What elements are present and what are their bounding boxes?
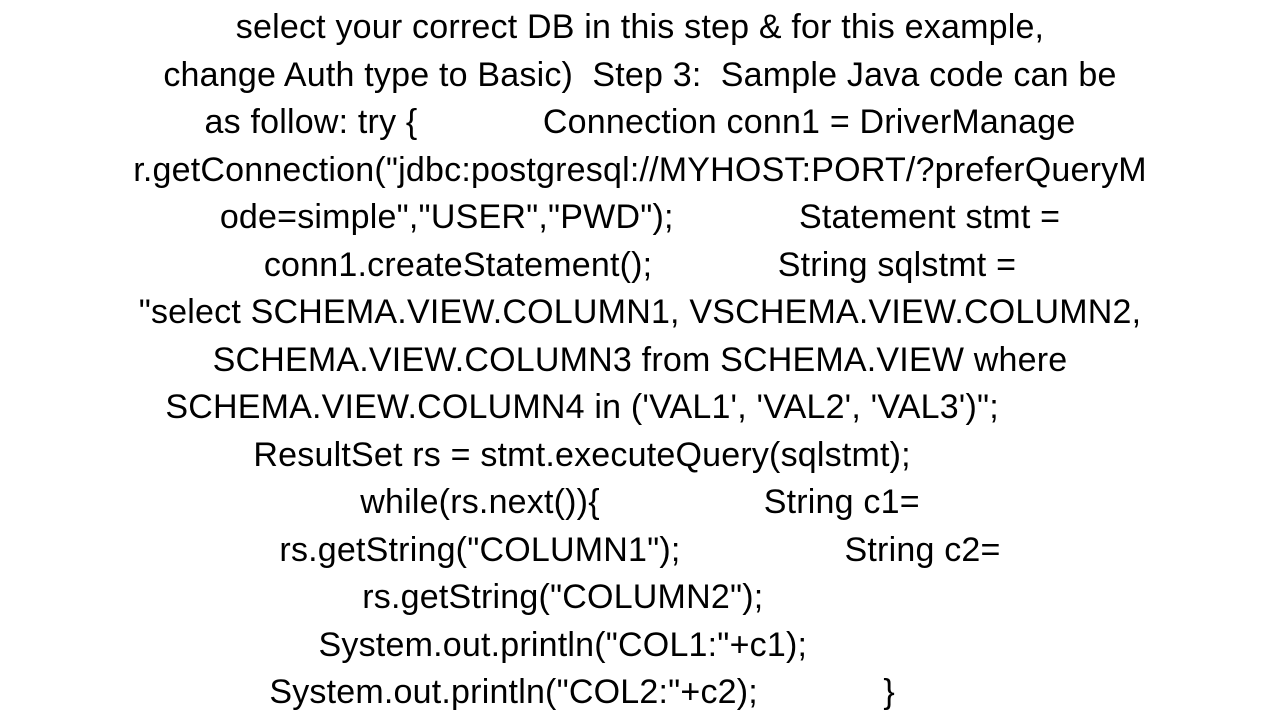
text-line: rs.getString("COLUMN2"); (20, 574, 1260, 622)
text-line: System.out.println("COL1:"+c1); (20, 622, 1260, 670)
text-line: as follow: try { Connection conn1 = Driv… (20, 99, 1260, 147)
text-line: ResultSet rs = stmt.executeQuery(sqlstmt… (20, 432, 1260, 480)
text-line: r.getConnection("jdbc:postgresql://MYHOS… (20, 147, 1260, 195)
document-body: select your correct DB in this step & fo… (0, 0, 1280, 720)
text-line: conn1.createStatement(); String sqlstmt … (20, 242, 1260, 290)
text-line: System.out.println("COL2:"+c2); } (20, 669, 1260, 717)
text-line: change Auth type to Basic) Step 3: Sampl… (20, 52, 1260, 100)
text-line: ode=simple","USER","PWD"); Statement stm… (20, 194, 1260, 242)
text-line: while(rs.next()){ String c1= (20, 479, 1260, 527)
text-line: "select SCHEMA.VIEW.COLUMN1, VSCHEMA.VIE… (20, 289, 1260, 337)
text-line: SCHEMA.VIEW.COLUMN4 in ('VAL1', 'VAL2', … (20, 384, 1260, 432)
text-line: SCHEMA.VIEW.COLUMN3 from SCHEMA.VIEW whe… (20, 337, 1260, 385)
text-line: rs.getString("COLUMN1"); String c2= (20, 527, 1260, 575)
text-line: select your correct DB in this step & fo… (20, 4, 1260, 52)
